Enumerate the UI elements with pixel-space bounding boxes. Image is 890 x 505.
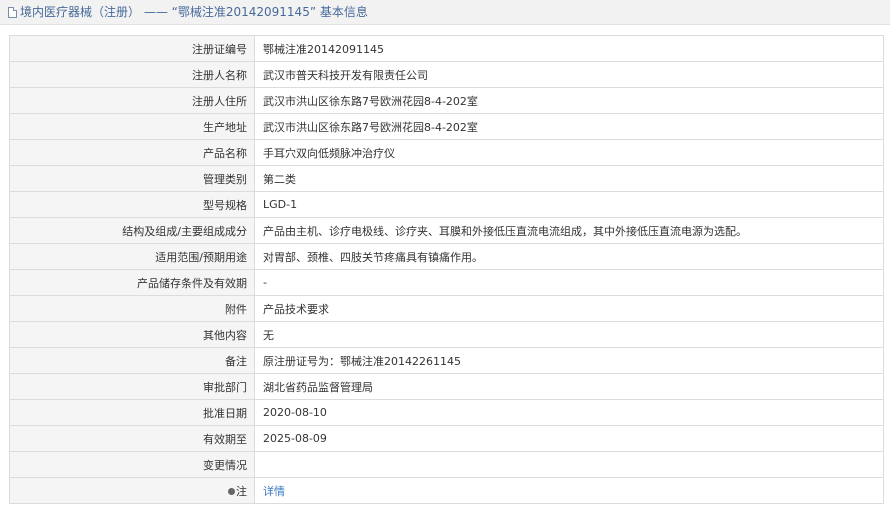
document-icon (8, 7, 17, 18)
row-value: - (254, 269, 884, 296)
row-value: 武汉市洪山区徐东路7号欧洲花园8-4-202室 (254, 87, 884, 114)
info-table: 注册证编号 鄂械注准20142091145 注册人名称 武汉市普天科技开发有限责… (9, 35, 884, 504)
table-row: 型号规格 LGD-1 (9, 191, 884, 218)
note-label: 注 (236, 484, 247, 498)
row-label: 变更情况 (9, 451, 255, 478)
table-row: 有效期至 2025-08-09 (9, 425, 884, 452)
row-value: 无 (254, 321, 884, 348)
table-row: 其他内容 无 (9, 321, 884, 348)
row-label: 审批部门 (9, 373, 255, 400)
row-value: 鄂械注准20142091145 (254, 35, 884, 62)
row-value: 产品由主机、诊疗电极线、诊疗夹、耳膜和外接低压直流电流组成，其中外接低压直流电源… (254, 217, 884, 244)
row-label: 批准日期 (9, 399, 255, 426)
row-label: 产品名称 (9, 139, 255, 166)
row-label: 注册人住所 (9, 87, 255, 114)
table-row: 注册人住所 武汉市洪山区徐东路7号欧洲花园8-4-202室 (9, 87, 884, 114)
table-row: 注册人名称 武汉市普天科技开发有限责任公司 (9, 61, 884, 88)
row-value: 2020-08-10 (254, 399, 884, 426)
table-row: 审批部门 湖北省药品监督管理局 (9, 373, 884, 400)
row-value: LGD-1 (254, 191, 884, 218)
row-label: 结构及组成/主要组成成分 (9, 217, 255, 244)
note-row: 注 详情 (9, 477, 884, 504)
row-label: 型号规格 (9, 191, 255, 218)
row-value: 2025-08-09 (254, 425, 884, 452)
row-label: 其他内容 (9, 321, 255, 348)
row-value: 对胃部、颈椎、四肢关节疼痛具有镇痛作用。 (254, 243, 884, 270)
row-value: 湖北省药品监督管理局 (254, 373, 884, 400)
page-title: 境内医疗器械（注册） —— “鄂械注准20142091145” 基本信息 (20, 5, 368, 19)
row-value: 手耳穴双向低频脉冲治疗仪 (254, 139, 884, 166)
row-value (254, 451, 884, 478)
table-row: 注册证编号 鄂械注准20142091145 (9, 35, 884, 62)
table-row: 产品储存条件及有效期 - (9, 269, 884, 296)
row-label: 有效期至 (9, 425, 255, 452)
table-row: 附件 产品技术要求 (9, 295, 884, 322)
pin-icon (228, 487, 235, 495)
table-row: 管理类别 第二类 (9, 165, 884, 192)
row-label: 注册人名称 (9, 61, 255, 88)
row-label: 生产地址 (9, 113, 255, 140)
note-label-cell: 注 (9, 477, 255, 504)
table-row: 批准日期 2020-08-10 (9, 399, 884, 426)
row-value: 武汉市普天科技开发有限责任公司 (254, 61, 884, 88)
row-label: 适用范围/预期用途 (9, 243, 255, 270)
row-value: 原注册证号为：鄂械注准20142261145 (254, 347, 884, 374)
row-value: 第二类 (254, 165, 884, 192)
table-row: 备注 原注册证号为：鄂械注准20142261145 (9, 347, 884, 374)
row-label: 注册证编号 (9, 35, 255, 62)
table-row: 产品名称 手耳穴双向低频脉冲治疗仪 (9, 139, 884, 166)
details-link[interactable]: 详情 (263, 485, 285, 498)
row-label: 产品储存条件及有效期 (9, 269, 255, 296)
row-label: 管理类别 (9, 165, 255, 192)
row-value: 产品技术要求 (254, 295, 884, 322)
table-row: 适用范围/预期用途 对胃部、颈椎、四肢关节疼痛具有镇痛作用。 (9, 243, 884, 270)
page-title-bar: 境内医疗器械（注册） —— “鄂械注准20142091145” 基本信息 (0, 0, 890, 25)
table-row: 结构及组成/主要组成成分 产品由主机、诊疗电极线、诊疗夹、耳膜和外接低压直流电流… (9, 217, 884, 244)
table-row: 变更情况 (9, 451, 884, 478)
row-label: 备注 (9, 347, 255, 374)
table-row: 生产地址 武汉市洪山区徐东路7号欧洲花园8-4-202室 (9, 113, 884, 140)
row-value: 武汉市洪山区徐东路7号欧洲花园8-4-202室 (254, 113, 884, 140)
note-value-cell: 详情 (254, 477, 884, 504)
row-label: 附件 (9, 295, 255, 322)
